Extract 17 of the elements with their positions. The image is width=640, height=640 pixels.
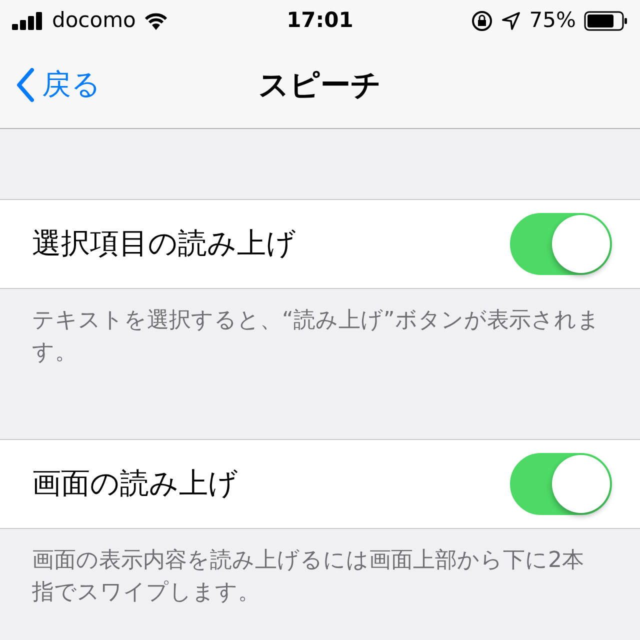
- battery-percent: 75%: [529, 7, 576, 34]
- footer-note: 画面の表示内容を読み上げるには画面上部から下に2本指でスワイプします。: [32, 547, 585, 607]
- setting-label: 選択項目の読み上げ: [32, 225, 296, 262]
- footer-note: テキストを選択すると、“読み上げ”ボタンが表示されます。: [32, 307, 600, 367]
- back-button[interactable]: 戻る: [16, 63, 101, 107]
- location-arrow-icon: [501, 11, 522, 31]
- signal-icon: [12, 12, 44, 30]
- setting-label: 画面の読み上げ: [32, 465, 238, 502]
- clock-time: 17:01: [286, 7, 354, 34]
- wifi-icon: [144, 12, 168, 30]
- toggle-switch[interactable]: [510, 453, 612, 515]
- carrier-name: docomo: [52, 7, 136, 34]
- rotation-lock-icon: [471, 10, 494, 32]
- back-chevron-icon: [16, 68, 34, 102]
- battery-icon: [584, 11, 628, 31]
- page-title: スピーチ: [258, 66, 382, 104]
- toggle-switch[interactable]: [510, 213, 612, 275]
